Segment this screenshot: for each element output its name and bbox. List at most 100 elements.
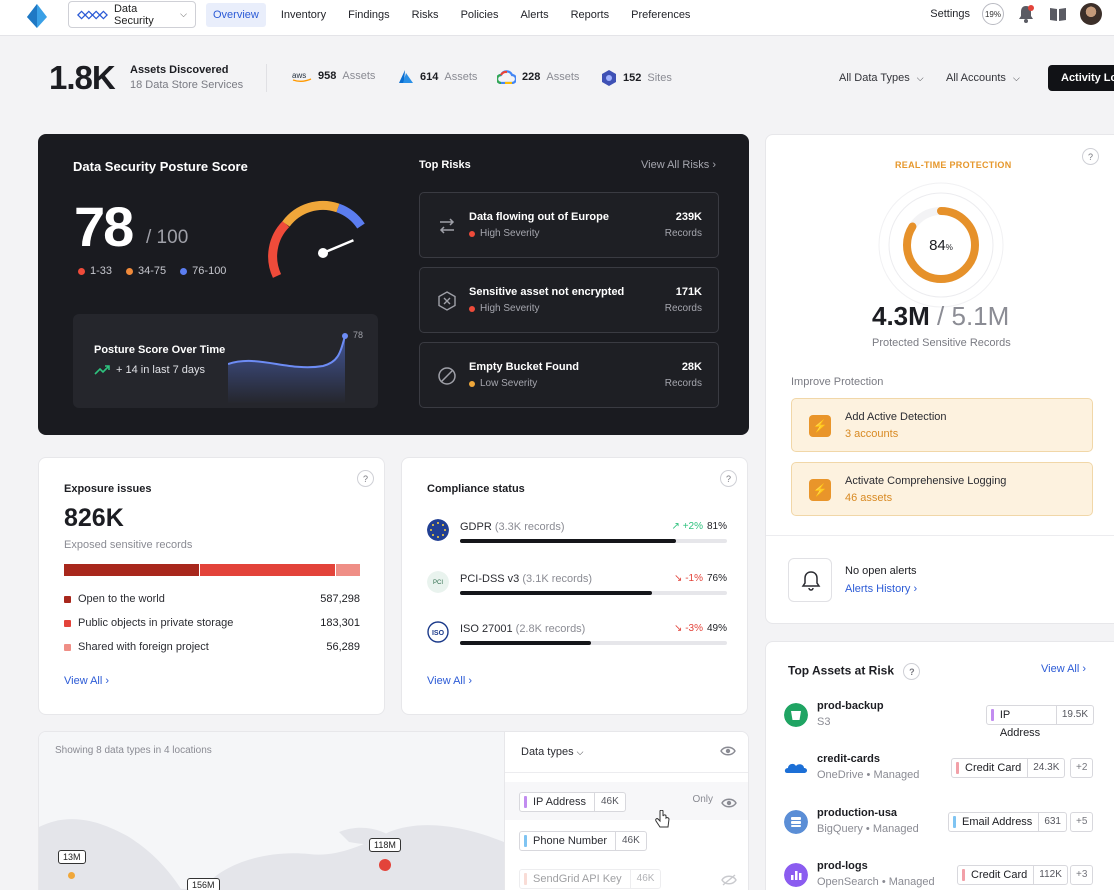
- eye-icon[interactable]: [720, 745, 736, 757]
- data-types-filter[interactable]: All Data Types ⌵: [839, 72, 924, 84]
- top-assets-view-all-link[interactable]: View All ›: [1041, 663, 1086, 675]
- nav-reports[interactable]: Reports: [564, 3, 617, 27]
- risk-unit: Records: [664, 228, 702, 239]
- data-type-row[interactable]: SendGrid API Key 46K: [505, 859, 748, 890]
- eye-off-icon[interactable]: [721, 874, 737, 886]
- standard-name: ISO 27001: [460, 623, 513, 635]
- eye-icon[interactable]: [721, 797, 737, 809]
- more-tags-badge[interactable]: +2: [1070, 758, 1094, 778]
- data-type-chip: Phone Number 46K: [519, 831, 647, 851]
- map-pin-label[interactable]: 13M: [58, 850, 86, 864]
- help-icon[interactable]: ?: [720, 470, 737, 487]
- data-types-label: Data types: [521, 746, 574, 758]
- tag-name: IP Address: [999, 709, 1041, 739]
- legend-dot: [180, 267, 188, 275]
- activity-log-button[interactable]: Activity Lo: [1048, 65, 1114, 91]
- help-icon[interactable]: ?: [357, 470, 374, 487]
- gdpr-icon: [427, 519, 449, 541]
- help-icon[interactable]: ?: [903, 663, 921, 680]
- map-pin-dot[interactable]: [379, 859, 391, 871]
- asset-meta: S3: [817, 716, 830, 728]
- asset-name: credit-cards: [817, 753, 880, 765]
- app-logo-icon[interactable]: [26, 3, 48, 29]
- exposure-view-all-link[interactable]: View All ›: [64, 675, 109, 687]
- help-icon[interactable]: ?: [1082, 148, 1099, 165]
- docs-book-icon[interactable]: [1048, 4, 1068, 24]
- compliance-status-card: Compliance status ? GDPR (3.3K records) …: [401, 457, 748, 715]
- posture-score-value: 78: [74, 195, 134, 258]
- chevron-right-icon: ›: [712, 159, 716, 171]
- setup-progress-badge[interactable]: 19%: [982, 3, 1004, 25]
- total-count: / 5.1M: [937, 301, 1010, 331]
- svg-text:84%: 84%: [929, 237, 953, 254]
- nav-alerts[interactable]: Alerts: [513, 3, 555, 27]
- standard-name: PCI-DSS v3: [460, 573, 520, 585]
- compliance-view-all-link[interactable]: View All ›: [427, 675, 472, 687]
- azure-icon: [399, 70, 413, 83]
- exposure-row[interactable]: Open to the world 587,298: [64, 593, 360, 605]
- chevron-right-icon: ›: [1082, 663, 1087, 675]
- compliance-delta: ↗ +2%: [672, 521, 703, 532]
- realtime-protection-card: ? REAL-TIME PROTECTION 84% 4.3M / 5.1M P…: [765, 134, 1114, 624]
- map-pin-dot[interactable]: [68, 872, 75, 879]
- data-types-dropdown[interactable]: Data types ⌵: [521, 746, 583, 758]
- map-pin-label[interactable]: 118M: [369, 838, 401, 852]
- more-tags-badge[interactable]: +3: [1070, 865, 1094, 885]
- view-all-risks-link[interactable]: View All Risks ›: [641, 159, 716, 171]
- exposure-row[interactable]: Shared with foreign project 56,289: [64, 641, 360, 653]
- severity-dot: [469, 230, 475, 237]
- severity-dot: [469, 305, 475, 312]
- nav-risks[interactable]: Risks: [405, 3, 446, 27]
- only-filter-link[interactable]: Only: [692, 794, 713, 805]
- nav-overview[interactable]: Overview: [206, 3, 266, 27]
- nav-findings[interactable]: Findings: [341, 3, 397, 27]
- gcp-assets[interactable]: 228 Assets: [497, 70, 579, 84]
- opensearch-icon: [784, 863, 808, 887]
- asset-row[interactable]: prod-logs OpenSearch • Managed Credit Ca…: [784, 859, 1094, 890]
- user-avatar[interactable]: [1080, 3, 1102, 25]
- data-locations-card: Showing 8 data types in 4 locations 13M …: [38, 731, 749, 890]
- exposure-issues-card: Exposure issues ? 826K Exposed sensitive…: [38, 457, 385, 715]
- top-nav: Data Security ⌵ Overview Inventory Findi…: [0, 0, 1114, 36]
- settings-link[interactable]: Settings: [930, 8, 970, 20]
- tag-name: Email Address: [962, 816, 1033, 828]
- add-active-detection-card[interactable]: ⚡ Add Active Detection 3 accounts: [791, 398, 1093, 452]
- nav-inventory[interactable]: Inventory: [274, 3, 333, 27]
- asset-row[interactable]: prod-backup S3 IP Address 19.5K: [784, 699, 1094, 739]
- data-types-panel: Data types ⌵ IP Address 46K Only Phone Nu…: [504, 732, 748, 890]
- risk-unit: Records: [664, 378, 702, 389]
- top-risks-title: Top Risks: [419, 159, 471, 171]
- chevron-down-icon: ⌵: [576, 747, 584, 757]
- asset-data-tag: Credit Card 24.3K: [951, 758, 1066, 778]
- asset-service: S3: [817, 716, 831, 728]
- accounts-filter[interactable]: All Accounts ⌵: [946, 72, 1020, 84]
- data-type-chip: SendGrid API Key 46K: [519, 869, 662, 889]
- svg-text:PCI: PCI: [433, 580, 443, 586]
- nav-policies[interactable]: Policies: [454, 3, 506, 27]
- risk-item[interactable]: Sensitive asset not encrypted High Sever…: [419, 267, 719, 333]
- map-pin-label[interactable]: 156M: [187, 878, 220, 890]
- risk-item[interactable]: Empty Bucket Found Low Severity 28K Reco…: [419, 342, 719, 408]
- data-type-row[interactable]: Phone Number 46K: [505, 821, 748, 859]
- protected-records-label: Protected Sensitive Records: [872, 337, 1011, 349]
- nav-preferences[interactable]: Preferences: [624, 3, 697, 27]
- data-type-row[interactable]: IP Address 46K Only: [505, 782, 748, 820]
- notifications-bell-icon[interactable]: [1016, 4, 1036, 24]
- kubernetes-sites[interactable]: 152 Sites: [601, 70, 672, 86]
- org-selector[interactable]: Data Security ⌵: [68, 1, 196, 28]
- asset-row[interactable]: production-usa BigQuery • Managed Email …: [784, 806, 1094, 846]
- legend-swatch: [64, 595, 71, 603]
- azure-assets[interactable]: 614 Assets: [398, 70, 477, 84]
- posture-over-time[interactable]: Posture Score Over Time + 14 in last 7 d…: [73, 314, 378, 408]
- world-map[interactable]: Showing 8 data types in 4 locations 13M …: [39, 732, 504, 890]
- chevron-right-icon: ›: [468, 675, 473, 687]
- asset-row[interactable]: credit-cards OneDrive • Managed Credit C…: [784, 752, 1094, 792]
- alerts-history-link[interactable]: Alerts History ›: [845, 583, 917, 595]
- activate-logging-card[interactable]: ⚡ Activate Comprehensive Logging 46 asse…: [791, 462, 1093, 516]
- aws-assets[interactable]: aws 958 Assets: [292, 70, 375, 82]
- exposure-row-label: Shared with foreign project: [78, 641, 209, 653]
- risk-item[interactable]: Data flowing out of Europe High Severity…: [419, 192, 719, 258]
- exposure-row[interactable]: Public objects in private storage 183,30…: [64, 617, 360, 629]
- more-tags-badge[interactable]: +5: [1070, 812, 1094, 832]
- exposure-bar-segment: [200, 564, 336, 576]
